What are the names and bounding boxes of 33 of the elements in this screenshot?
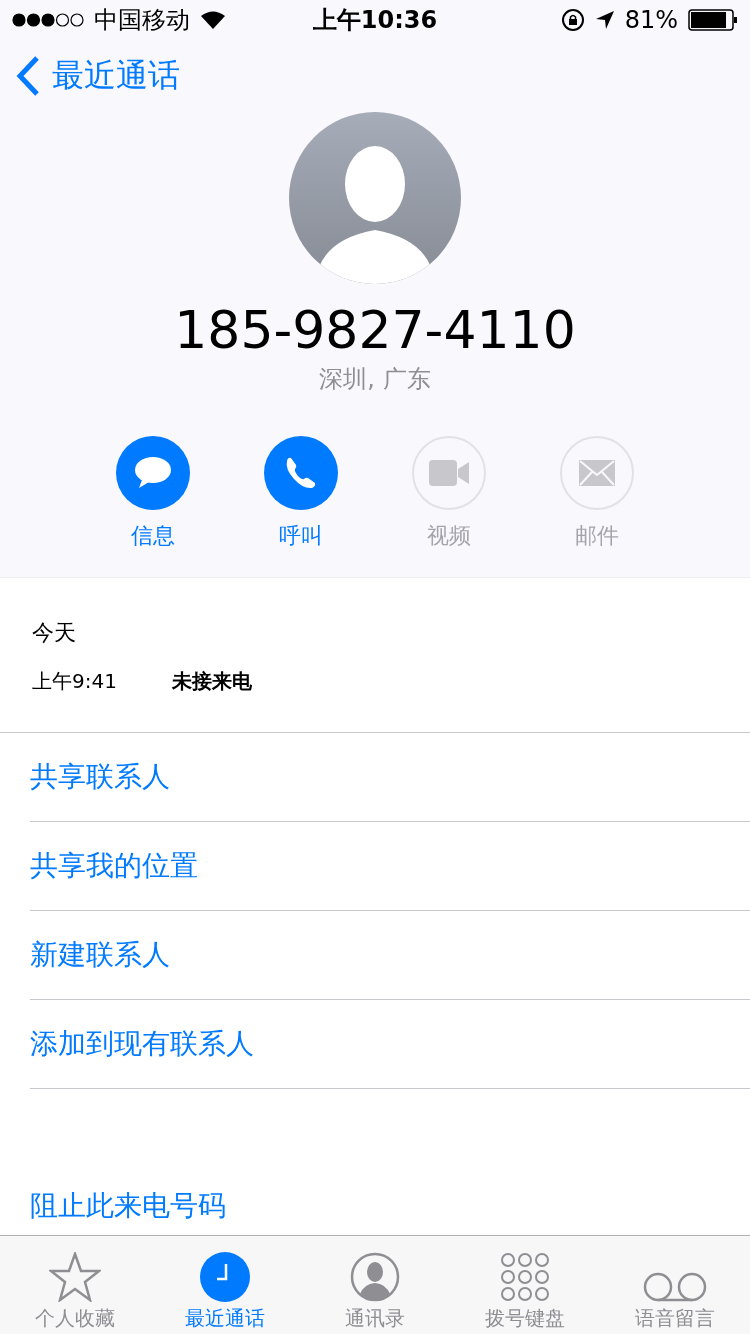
battery-percentage: 81% [624,6,678,34]
chevron-left-icon [16,56,40,96]
call-type: 未接来电 [172,668,252,694]
clock-time: 上午10:36 [312,5,438,36]
option-link[interactable]: 添加到现有联系人 [30,1000,750,1089]
battery-icon [688,9,738,31]
phone-number: 185-9827-4110 [174,300,576,360]
call-time: 上午9:41 [32,668,118,694]
option-link[interactable]: 新建联系人 [30,911,750,1000]
carrier-name: 中国移动 [94,5,190,36]
rotation-lock-icon [560,8,585,32]
tab-item[interactable]: 语音留言 [600,1236,750,1334]
voicemail-icon [643,1272,707,1302]
tab-item[interactable]: 最近通话 [150,1236,300,1334]
option-link[interactable]: 共享联系人 [30,733,750,822]
person-icon [350,1252,400,1302]
speech-bubble-icon [133,456,173,490]
tab-item[interactable]: 拨号键盘 [450,1236,600,1334]
clock-icon [200,1252,250,1302]
location-text: 深圳, 广东 [319,364,431,394]
back-button[interactable]: 最近通话 [16,54,180,98]
video-camera-icon [429,460,469,486]
tab-item[interactable]: 个人收藏 [0,1236,150,1334]
block-number-link[interactable]: 阻止此来电号码 [30,1189,226,1223]
wifi-icon [200,10,226,30]
keypad-icon [500,1252,550,1302]
day-heading: 今天 [32,620,77,646]
envelope-icon [579,460,615,486]
star-icon [49,1252,101,1302]
tab-item[interactable]: 通讯录 [300,1236,450,1334]
signal-icon [12,13,84,27]
option-link[interactable]: 共享我的位置 [30,822,750,911]
location-arrow-icon [594,10,615,30]
